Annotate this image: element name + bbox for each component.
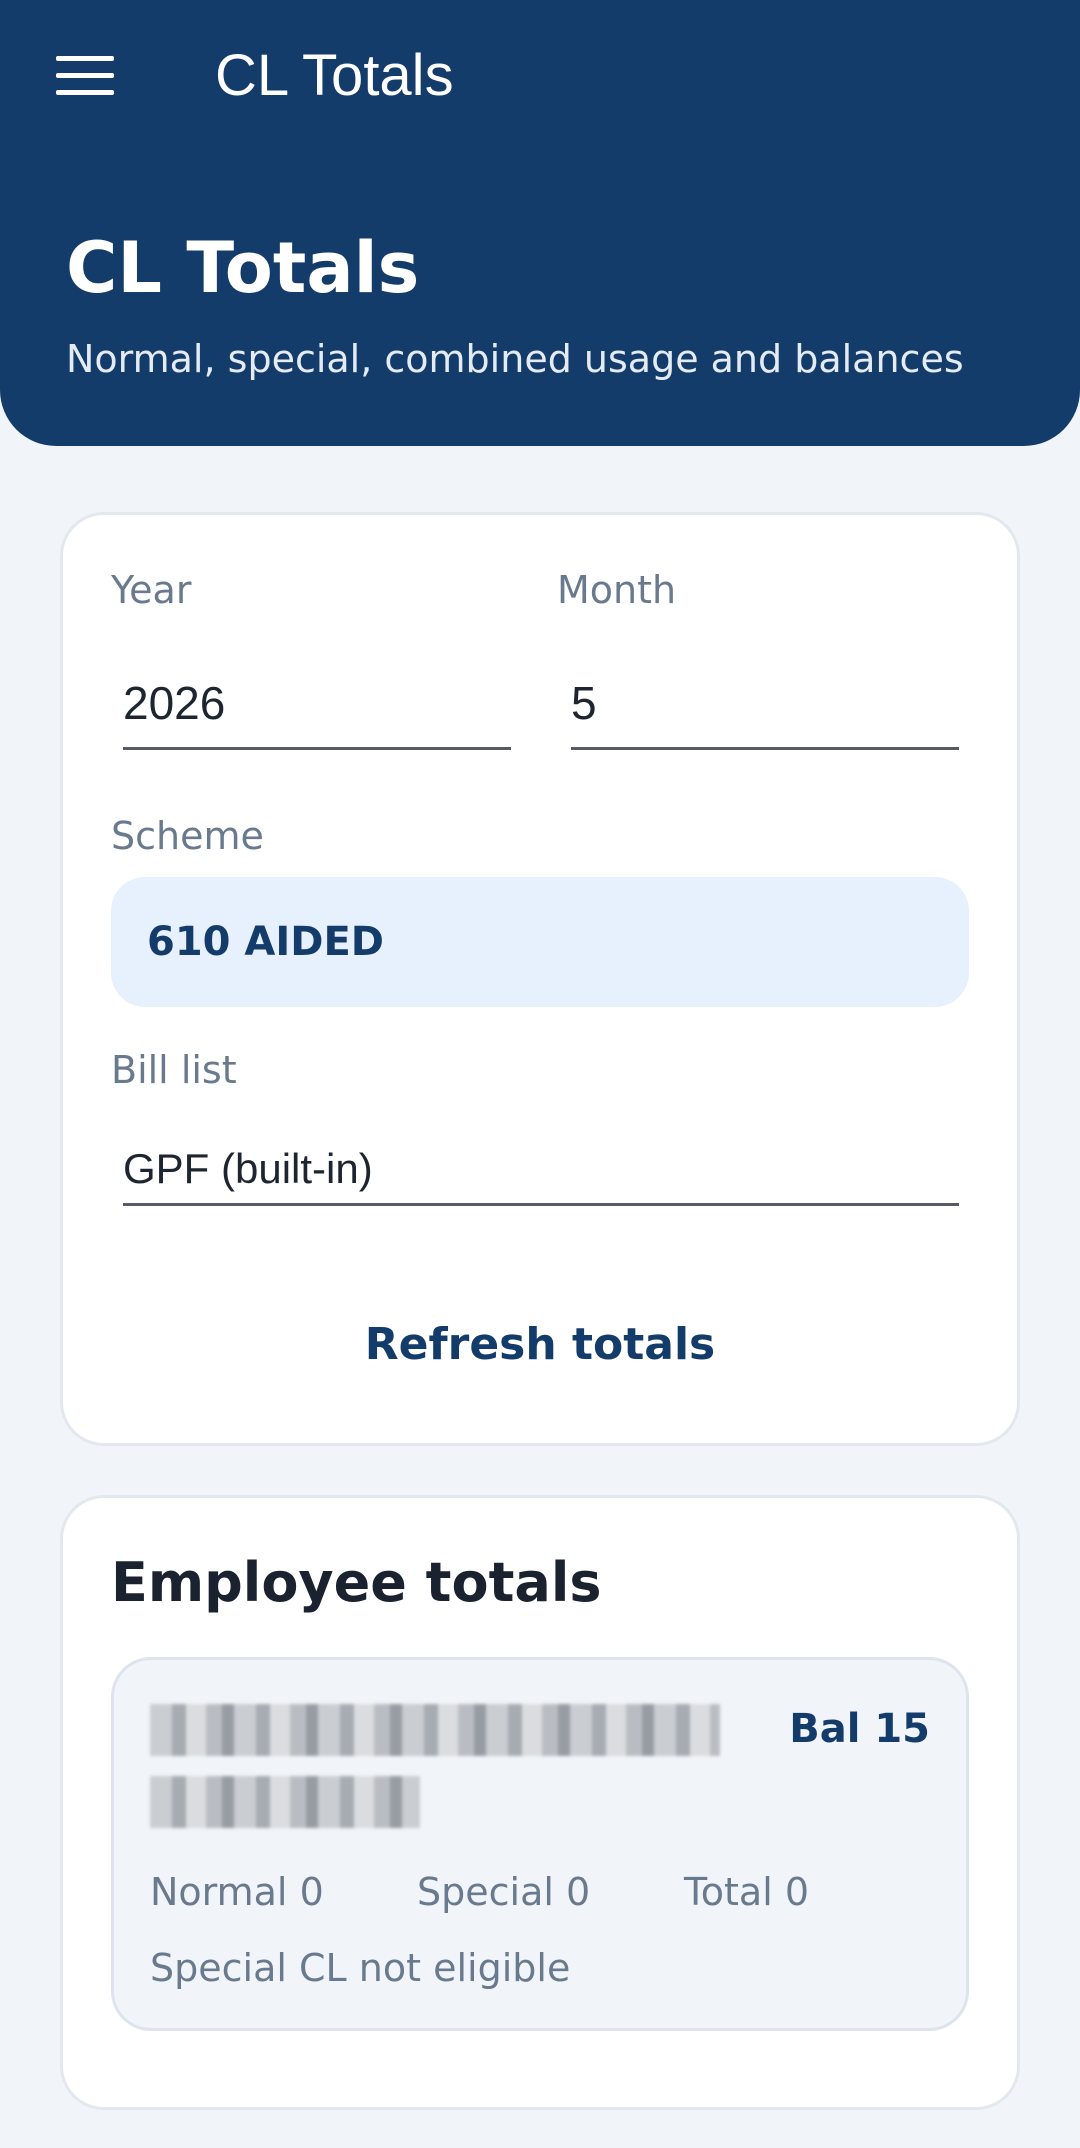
page-title: CL Totals: [66, 227, 420, 309]
hamburger-menu-icon[interactable]: [56, 56, 114, 96]
bill-list-underline: [123, 1203, 959, 1206]
filters-card: Year 2026 Month 5 Scheme 610 AIDED Bill …: [60, 512, 1020, 1446]
month-field-underline: [571, 747, 959, 750]
month-label: Month: [557, 568, 677, 612]
scheme-selector[interactable]: 610 AIDED: [111, 877, 969, 1007]
refresh-totals-button[interactable]: Refresh totals: [63, 1295, 1017, 1395]
employee-total-count: Total 0: [684, 1870, 810, 1914]
scheme-label: Scheme: [111, 814, 264, 858]
page-subtitle: Normal, special, combined usage and bala…: [66, 337, 964, 381]
bill-list-field[interactable]: GPF (built-in): [123, 1141, 373, 1197]
employee-item[interactable]: Bal 15 Normal 0 Special 0 Total 0 Specia…: [111, 1657, 969, 2031]
employee-totals-title: Employee totals: [111, 1551, 602, 1614]
year-label: Year: [111, 568, 192, 612]
hero-banner: CL Totals Normal, special, combined usag…: [0, 158, 1080, 446]
employee-normal-count: Normal 0: [150, 1870, 324, 1914]
app-bar-title: CL Totals: [215, 43, 454, 108]
employee-eligibility-note: Special CL not eligible: [150, 1946, 571, 1990]
employee-totals-card: Employee totals Bal 15 Normal 0 Special …: [60, 1495, 1020, 2110]
app-bar: CL Totals: [0, 0, 1080, 160]
year-field-underline: [123, 747, 511, 750]
employee-name-redacted: [150, 1704, 720, 1836]
year-field[interactable]: 2026: [123, 675, 225, 731]
employee-balance: Bal 15: [789, 1706, 930, 1752]
bill-list-label: Bill list: [111, 1048, 237, 1092]
scheme-value: 610 AIDED: [147, 919, 384, 965]
month-field[interactable]: 5: [571, 675, 597, 731]
employee-special-count: Special 0: [417, 1870, 591, 1914]
